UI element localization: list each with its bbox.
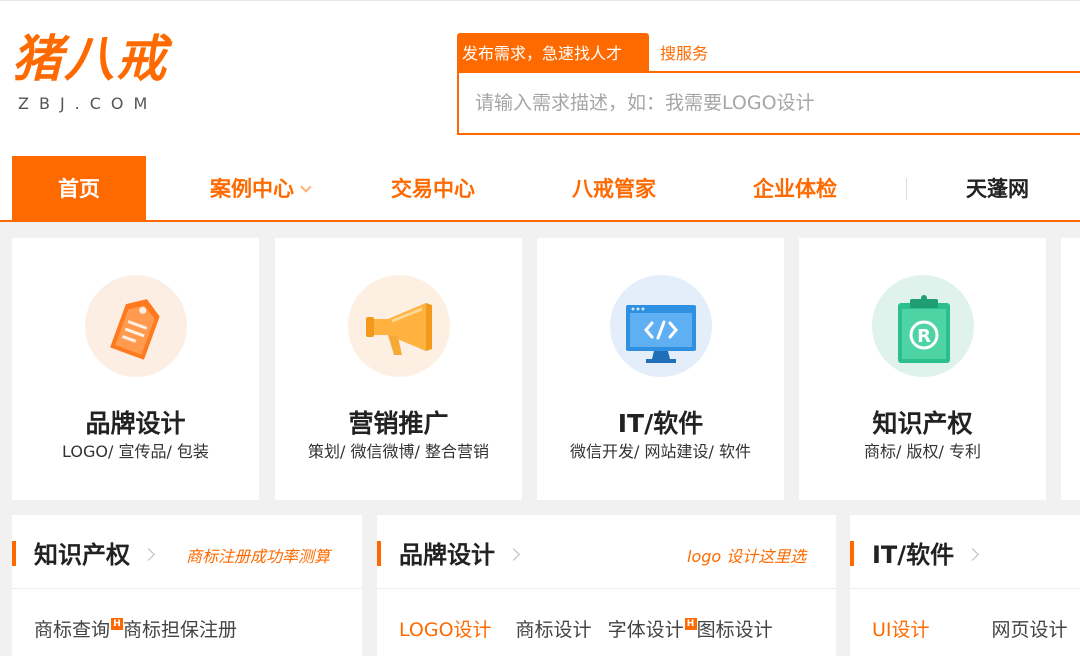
panel-title[interactable]: 知识产权 xyxy=(34,535,155,570)
panel-slogan[interactable]: 商标注册成功率测算 xyxy=(186,543,330,567)
panel-divider xyxy=(377,588,836,589)
registered-clipboard-icon: R xyxy=(872,275,974,377)
category-title: 知识产权 xyxy=(872,409,973,438)
panel-divider xyxy=(12,588,362,589)
link-trademark-guarantee[interactable]: 商标担保注册 xyxy=(123,615,237,642)
chevron-right-icon xyxy=(966,548,979,561)
nav-item-cases[interactable]: 案例中心 xyxy=(210,156,312,220)
panel-brand: 品牌设计 logo 设计这里选 LOGO设计 商标设计 字体设计 H 图标设计 xyxy=(377,515,836,656)
category-subtitle: 微信开发/ 网站建设/ 软件 xyxy=(570,442,751,461)
panel-links: 商标查询 H 商标担保注册 xyxy=(34,615,237,642)
link-icon-design[interactable]: 图标设计 xyxy=(697,615,773,642)
site-logo[interactable]: 猪八戒 ZBJ.COM xyxy=(12,26,202,121)
link-ui-design[interactable]: UI设计 xyxy=(872,615,930,642)
link-web-design[interactable]: 网页设计 xyxy=(992,615,1068,642)
panel-links: UI设计 网页设计 xyxy=(872,615,1068,642)
hot-badge: H xyxy=(111,618,124,630)
price-tag-icon xyxy=(85,275,187,377)
panel-ip: 知识产权 商标注册成功率测算 商标查询 H 商标担保注册 xyxy=(12,515,362,656)
chevron-right-icon xyxy=(142,548,155,561)
chevron-right-icon xyxy=(507,548,520,561)
category-card-marketing[interactable]: 营销推广 策划/ 微信微博/ 整合营销 xyxy=(275,238,522,500)
search-box xyxy=(457,71,1080,135)
monitor-code-icon xyxy=(610,275,712,377)
panel-slogan[interactable]: logo 设计这里选 xyxy=(687,543,806,567)
panel-links: LOGO设计 商标设计 字体设计 H 图标设计 xyxy=(399,615,773,642)
nav-item-cases-label: 案例中心 xyxy=(210,177,294,201)
nav-item-checkup[interactable]: 企业体检 xyxy=(753,156,837,220)
link-logo-design[interactable]: LOGO设计 xyxy=(399,615,492,642)
category-subtitle: 商标/ 版权/ 专利 xyxy=(864,442,981,461)
panel-title[interactable]: IT/软件 xyxy=(872,535,979,570)
chevron-down-icon xyxy=(300,181,312,193)
panel-title[interactable]: 品牌设计 xyxy=(399,535,520,570)
category-card-ip[interactable]: R 知识产权 商标/ 版权/ 专利 xyxy=(799,238,1046,500)
search-area: 发布需求，急速找人才 搜服务 xyxy=(457,33,1080,135)
category-subtitle: LOGO/ 宣传品/ 包装 xyxy=(62,442,209,461)
panel-it: IT/软件 UI设计 网页设计 xyxy=(850,515,1080,656)
category-card-partial[interactable] xyxy=(1061,238,1080,500)
nav-item-home[interactable]: 首页 xyxy=(12,156,146,220)
category-title: 营销推广 xyxy=(348,409,449,438)
nav-item-steward[interactable]: 八戒管家 xyxy=(572,156,656,220)
logo-chinese-text: 猪八戒 xyxy=(12,29,168,88)
tab-post-demand[interactable]: 发布需求，急速找人才 xyxy=(457,33,649,73)
top-border xyxy=(0,0,1080,1)
panel-accent-bar xyxy=(377,541,381,566)
link-trademark-search[interactable]: 商标查询 xyxy=(34,615,110,642)
hot-badge: H xyxy=(684,618,697,630)
svg-text:R: R xyxy=(917,326,931,347)
category-subtitle: 策划/ 微信微博/ 整合营销 xyxy=(308,442,489,461)
link-trademark-design[interactable]: 商标设计 xyxy=(516,615,592,642)
panel-divider xyxy=(850,588,1080,589)
logo-english-text: ZBJ.COM xyxy=(18,94,158,113)
category-card-it[interactable]: IT/软件 微信开发/ 网站建设/ 软件 xyxy=(537,238,784,500)
search-input[interactable] xyxy=(459,73,1039,133)
nav-divider xyxy=(906,178,907,200)
category-title: IT/软件 xyxy=(617,409,704,438)
tab-search-services[interactable]: 搜服务 xyxy=(660,33,708,73)
nav-item-tianpeng[interactable]: 天蓬网 xyxy=(966,156,1029,220)
panel-accent-bar xyxy=(12,541,16,566)
main-nav: 首页 案例中心 交易中心 八戒管家 企业体检 天蓬网 xyxy=(0,156,1080,222)
megaphone-icon xyxy=(348,275,450,377)
link-font-design[interactable]: 字体设计 xyxy=(608,615,684,642)
panel-accent-bar xyxy=(850,541,854,566)
category-card-brand[interactable]: 品牌设计 LOGO/ 宣传品/ 包装 xyxy=(12,238,259,500)
category-title: 品牌设计 xyxy=(85,409,186,438)
nav-item-trade[interactable]: 交易中心 xyxy=(391,156,475,220)
